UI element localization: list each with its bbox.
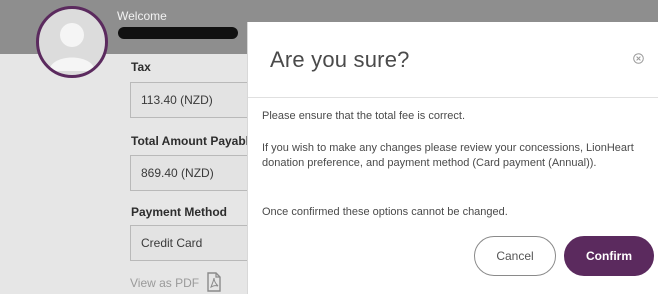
tax-value-field: 113.40 (NZD) — [130, 82, 260, 118]
dialog-divider — [248, 97, 658, 98]
tax-label: Tax — [131, 60, 151, 74]
cancel-button[interactable]: Cancel — [474, 236, 556, 276]
dialog-message-fee: Please ensure that the total fee is corr… — [262, 110, 466, 122]
avatar — [36, 6, 108, 78]
close-icon[interactable] — [633, 53, 644, 64]
payment-method-field: Credit Card — [130, 225, 260, 261]
total-amount-value-field: 869.40 (NZD) — [130, 155, 260, 191]
pdf-file-icon[interactable] — [204, 272, 224, 292]
confirmation-dialog: Are you sure? Please ensure that the tot… — [247, 22, 658, 294]
view-as-pdf-link[interactable]: View as PDF — [130, 276, 199, 290]
total-amount-label: Total Amount Payable — [131, 134, 256, 148]
welcome-label: Welcome — [117, 9, 167, 23]
dialog-title: Are you sure? — [270, 47, 410, 72]
user-avatar-icon — [49, 23, 95, 71]
payment-method-label: Payment Method — [131, 205, 228, 219]
dialog-message-final: Once confirmed these options cannot be c… — [262, 206, 508, 218]
confirm-button[interactable]: Confirm — [564, 236, 654, 276]
dialog-message-changes: If you wish to make any changes please r… — [262, 142, 634, 169]
redacted-username — [118, 27, 238, 39]
